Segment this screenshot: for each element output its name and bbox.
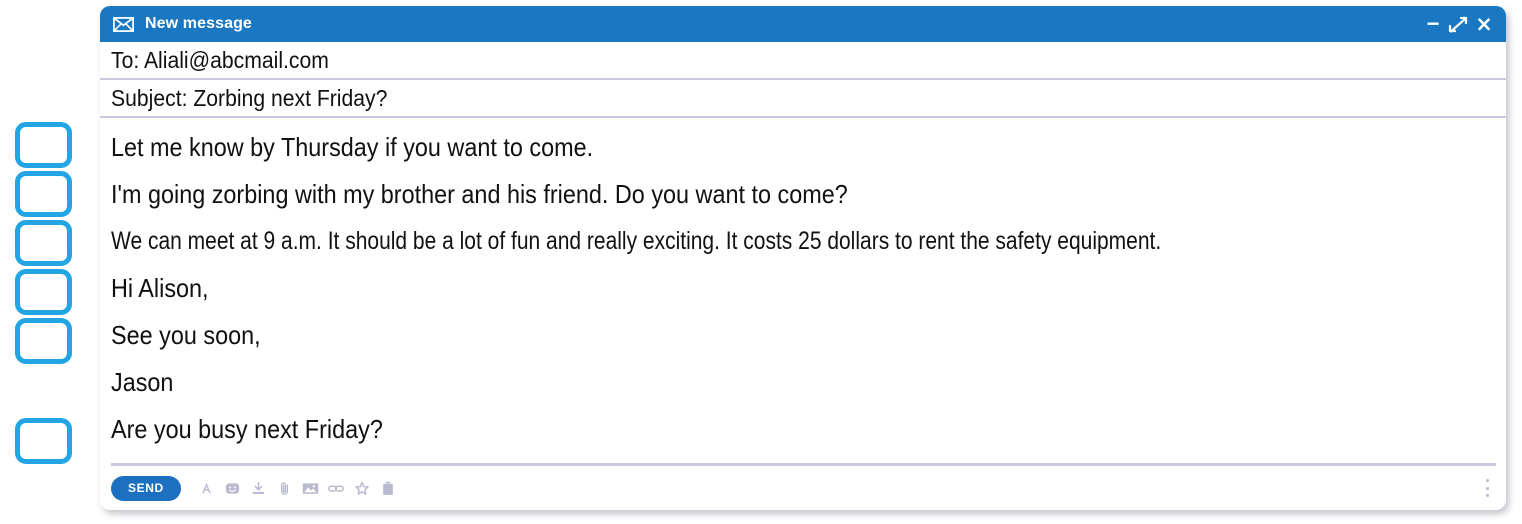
window-title: New message bbox=[145, 15, 252, 32]
message-line: Jason bbox=[111, 367, 174, 397]
close-icon[interactable]: × bbox=[1474, 13, 1494, 35]
format-text-icon[interactable] bbox=[198, 480, 215, 497]
toggle-confidential-icon[interactable] bbox=[354, 480, 371, 497]
insert-from-drive-icon[interactable] bbox=[250, 480, 267, 497]
answer-checkbox[interactable] bbox=[15, 318, 72, 364]
more-options-icon[interactable] bbox=[1480, 479, 1494, 497]
new-message-window: New message − × To: Aliali@abcmail.com S… bbox=[100, 6, 1506, 510]
insert-photo-icon[interactable] bbox=[302, 480, 319, 497]
envelope-icon bbox=[112, 16, 135, 32]
recipient-field-text: To: Aliali@abcmail.com bbox=[111, 46, 329, 73]
subject-field-text: Subject: Zorbing next Friday? bbox=[111, 84, 388, 111]
delete-draft-icon[interactable] bbox=[380, 480, 397, 497]
answer-checkbox[interactable] bbox=[15, 220, 72, 266]
compose-toolbar: SEND bbox=[111, 463, 1496, 510]
expand-icon[interactable] bbox=[1448, 14, 1468, 34]
answer-checkbox-column bbox=[14, 0, 94, 524]
message-line: See you soon, bbox=[111, 320, 261, 350]
window-title-bar: New message − × bbox=[100, 6, 1506, 42]
answer-checkbox[interactable] bbox=[15, 171, 72, 217]
answer-checkbox[interactable] bbox=[15, 418, 72, 464]
attach-file-icon[interactable] bbox=[276, 480, 293, 497]
message-line: We can meet at 9 a.m. It should be a lot… bbox=[111, 227, 1162, 255]
emoji-icon[interactable] bbox=[224, 480, 241, 497]
message-line: Let me know by Thursday if you want to c… bbox=[111, 132, 594, 162]
message-line: Are you busy next Friday? bbox=[111, 414, 383, 444]
minimize-icon[interactable]: − bbox=[1422, 13, 1444, 35]
subject-field[interactable]: Subject: Zorbing next Friday? bbox=[100, 80, 1506, 118]
compose-tools bbox=[198, 480, 397, 497]
answer-checkbox[interactable] bbox=[15, 269, 72, 315]
message-line: I'm going zorbing with my brother and hi… bbox=[111, 179, 848, 209]
message-line: Hi Alison, bbox=[111, 273, 209, 303]
answer-checkbox[interactable] bbox=[15, 122, 72, 168]
message-body[interactable]: Let me know by Thursday if you want to c… bbox=[100, 118, 1506, 463]
recipient-field[interactable]: To: Aliali@abcmail.com bbox=[100, 42, 1506, 80]
insert-link-icon[interactable] bbox=[327, 480, 345, 497]
send-button[interactable]: SEND bbox=[111, 475, 181, 501]
